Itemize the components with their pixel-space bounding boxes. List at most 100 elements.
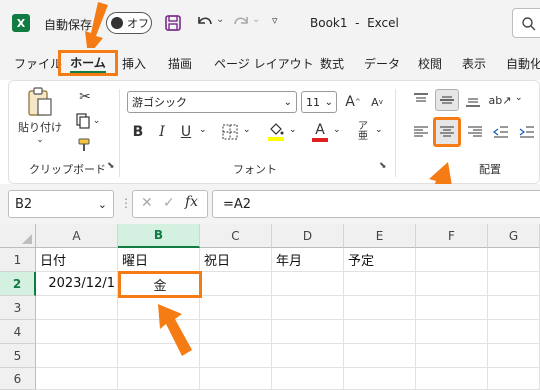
cell-c5[interactable] (200, 344, 272, 368)
cell-f5[interactable] (416, 344, 488, 368)
cell-f2[interactable] (416, 272, 488, 296)
tab-draw[interactable]: 描画 (168, 55, 192, 72)
italic-button[interactable]: I (151, 121, 173, 143)
phonetic-dropdown-icon[interactable]: ⌄ (375, 125, 383, 135)
column-header-a[interactable]: A (36, 224, 118, 248)
formula-input[interactable]: =A2 (212, 190, 540, 218)
cell-d3[interactable] (272, 296, 344, 320)
orientation-icon[interactable]: ab↗ (487, 89, 513, 111)
cell-a4[interactable] (36, 320, 118, 344)
font-launcher-icon[interactable]: ⬊ (379, 161, 387, 171)
search-box[interactable] (512, 8, 540, 38)
cell-g5[interactable] (488, 344, 540, 368)
cell-e6[interactable] (344, 368, 416, 390)
format-painter-icon[interactable] (75, 135, 95, 155)
tab-data[interactable]: データ (364, 55, 400, 72)
font-color-dropdown-icon[interactable]: ⌄ (333, 125, 341, 135)
align-right-icon[interactable] (463, 121, 487, 143)
undo-icon[interactable] (194, 12, 216, 32)
cell-e3[interactable] (344, 296, 416, 320)
align-middle-icon[interactable] (435, 89, 459, 111)
cell-d4[interactable] (272, 320, 344, 344)
selected-cell-b2[interactable]: 金 (118, 271, 202, 298)
borders-dropdown-icon[interactable]: ⌄ (243, 125, 251, 135)
align-center-button[interactable] (433, 117, 461, 147)
grow-font-button[interactable]: A ^ (343, 91, 363, 113)
cell-d1[interactable]: 年月 (272, 248, 344, 272)
tab-review[interactable]: 校閲 (418, 55, 442, 72)
column-header-e[interactable]: E (344, 224, 416, 248)
redo-dropdown-icon[interactable]: ⌄ (252, 14, 260, 25)
align-left-icon[interactable] (409, 121, 433, 143)
cell-c2[interactable] (200, 272, 272, 296)
undo-dropdown-icon[interactable]: ⌄ (216, 14, 224, 25)
borders-icon[interactable] (219, 121, 241, 143)
row-header-5[interactable]: 5 (0, 344, 36, 368)
tab-insert[interactable]: 挿入 (122, 55, 146, 72)
cell-c6[interactable] (200, 368, 272, 390)
cell-e5[interactable] (344, 344, 416, 368)
column-header-g[interactable]: G (488, 224, 540, 248)
increase-indent-icon[interactable] (515, 121, 539, 143)
row-header-4[interactable]: 4 (0, 320, 36, 344)
cell-e1[interactable]: 予定 (344, 248, 416, 272)
font-name-combo[interactable]: 游ゴシック ⌄ (127, 91, 297, 113)
tab-page-layout[interactable]: ページ レイアウト (214, 55, 314, 72)
bold-button[interactable]: B (127, 121, 149, 143)
cell-b1[interactable]: 曜日 (118, 248, 200, 272)
fill-color-icon[interactable] (265, 119, 287, 145)
cell-f6[interactable] (416, 368, 488, 390)
cell-a6[interactable] (36, 368, 118, 390)
cell-g3[interactable] (488, 296, 540, 320)
orientation-dropdown-icon[interactable]: ⌄ (515, 93, 523, 103)
cell-c1[interactable]: 祝日 (200, 248, 272, 272)
tab-file[interactable]: ファイル (14, 55, 62, 72)
redo-icon[interactable] (230, 12, 252, 32)
select-all-corner[interactable] (0, 224, 36, 248)
tab-home[interactable]: ホーム (58, 50, 118, 76)
fill-color-dropdown-icon[interactable]: ⌄ (289, 125, 297, 135)
cell-g1[interactable] (488, 248, 540, 272)
phonetic-guide-icon[interactable]: ア亜 (353, 119, 373, 145)
cell-c4[interactable] (200, 320, 272, 344)
cell-a5[interactable] (36, 344, 118, 368)
clipboard-launcher-icon[interactable]: ⬊ (107, 161, 115, 171)
row-header-2[interactable]: 2 (0, 272, 36, 296)
column-header-c[interactable]: C (200, 224, 272, 248)
cell-e4[interactable] (344, 320, 416, 344)
underline-dropdown-icon[interactable]: ⌄ (199, 125, 207, 135)
column-header-d[interactable]: D (272, 224, 344, 248)
name-box-dropdown-icon[interactable]: ⌄ (98, 198, 107, 211)
shrink-font-button[interactable]: Av (367, 91, 387, 113)
column-header-f[interactable]: F (416, 224, 488, 248)
align-top-icon[interactable] (409, 89, 433, 111)
tab-automate[interactable]: 自動化 (506, 55, 540, 72)
cell-g4[interactable] (488, 320, 540, 344)
enter-icon[interactable]: ✓ (163, 195, 175, 211)
cell-a2[interactable]: 2023/12/1 (36, 272, 118, 296)
underline-button[interactable]: U (175, 121, 197, 143)
row-header-3[interactable]: 3 (0, 296, 36, 320)
row-header-6[interactable]: 6 (0, 368, 36, 390)
tab-formulas[interactable]: 数式 (320, 55, 344, 72)
cell-d6[interactable] (272, 368, 344, 390)
cell-a3[interactable] (36, 296, 118, 320)
cut-icon[interactable]: ✂ (75, 87, 95, 107)
cell-c3[interactable] (200, 296, 272, 320)
cell-d5[interactable] (272, 344, 344, 368)
save-icon[interactable] (164, 14, 182, 32)
font-color-icon[interactable]: A (309, 119, 331, 145)
copy-icon[interactable]: ⌄ (73, 111, 103, 131)
customize-qat-icon[interactable]: ▿ (272, 14, 278, 27)
font-size-combo[interactable]: 11 ⌄ (301, 91, 337, 113)
cell-d2[interactable] (272, 272, 344, 296)
cell-a1[interactable]: 日付 (36, 248, 118, 272)
cell-b6[interactable] (118, 368, 200, 390)
cell-f1[interactable] (416, 248, 488, 272)
cell-g2[interactable] (488, 272, 540, 296)
cell-e2[interactable] (344, 272, 416, 296)
cancel-icon[interactable]: ✕ (141, 195, 153, 211)
tab-view[interactable]: 表示 (462, 55, 486, 72)
cell-f3[interactable] (416, 296, 488, 320)
decrease-indent-icon[interactable] (489, 121, 513, 143)
